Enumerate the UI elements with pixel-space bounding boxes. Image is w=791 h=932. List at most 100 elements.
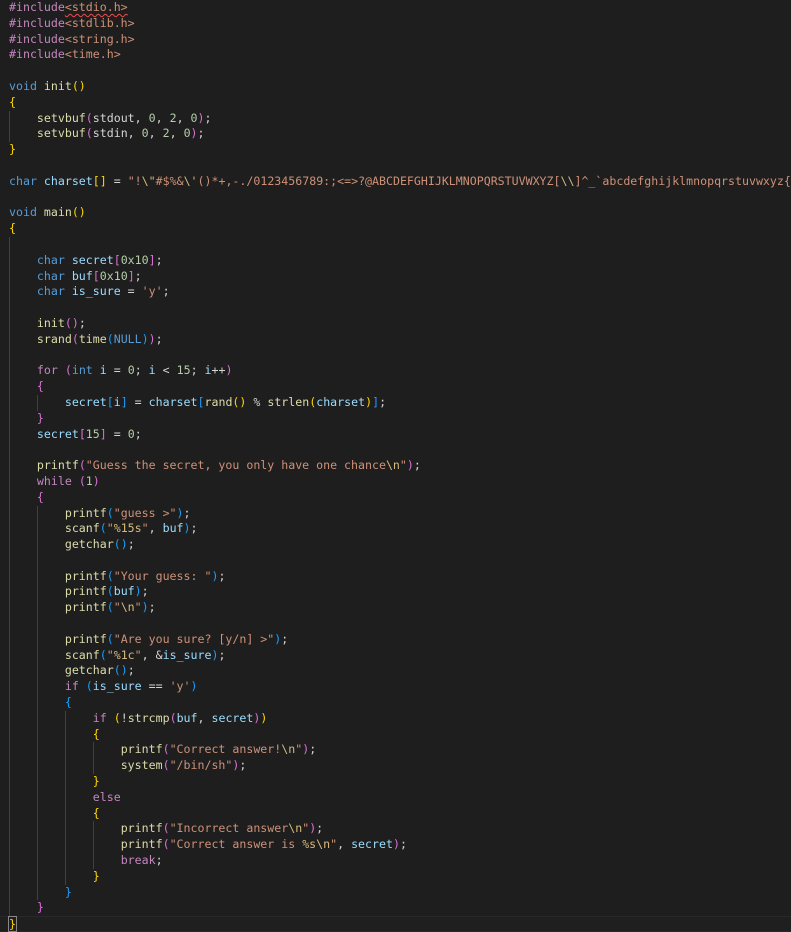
code-line[interactable]: getchar();: [0, 663, 791, 680]
code-line[interactable]: if (is_sure == 'y'): [0, 679, 791, 696]
code-line[interactable]: {: [0, 379, 791, 395]
indent-guide: [9, 900, 10, 917]
code-line[interactable]: [0, 347, 791, 364]
identifier: secret: [36, 426, 79, 441]
code-line[interactable]: system("/bin/sh");: [0, 758, 791, 775]
code-line[interactable]: [0, 300, 791, 316]
bracket: (: [85, 110, 93, 125]
indent-guide: [64, 805, 66, 822]
code-line[interactable]: }: [0, 884, 791, 901]
code-line[interactable]: {: [0, 805, 791, 822]
escape-sequence: \": [141, 173, 156, 188]
function-name: strcmp: [127, 710, 170, 725]
code-text: ,: [337, 837, 352, 852]
code-line[interactable]: printf("Your guess: ");: [0, 568, 791, 585]
function-name: rand: [204, 394, 233, 409]
code-line[interactable]: getchar();: [0, 537, 791, 553]
code-line[interactable]: }: [0, 142, 791, 158]
code-text: ;: [155, 853, 163, 868]
code-line[interactable]: {: [0, 95, 791, 111]
code-line[interactable]: {: [0, 695, 791, 711]
string-literal: ]^_`abcdefghijklmnopqrstuvwxyz{|}~": [574, 173, 791, 188]
function-name: printf: [64, 631, 107, 646]
bracket: ]: [127, 268, 135, 283]
code-line[interactable]: [0, 190, 791, 206]
bracket: }: [36, 410, 44, 425]
code-line[interactable]: srand(time(NULL));: [0, 331, 791, 348]
bracket: (: [162, 821, 170, 836]
string-literal: ": [134, 647, 142, 662]
code-line[interactable]: #include<time.h>: [0, 47, 791, 63]
function-name: setvbuf: [36, 126, 86, 141]
code-line[interactable]: }: [0, 774, 791, 790]
bracket: {: [64, 695, 72, 710]
code-line[interactable]: [0, 616, 791, 632]
code-line[interactable]: printf("Guess the secret, you only have …: [0, 458, 791, 474]
code-line[interactable]: void init(): [0, 79, 791, 95]
code-line[interactable]: [0, 63, 791, 79]
bracket: {: [92, 805, 100, 820]
code-line[interactable]: {: [0, 489, 791, 506]
code-text: ==: [141, 679, 170, 694]
code-line[interactable]: #include<stdio.h>: [0, 0, 791, 16]
code-line[interactable]: init();: [0, 315, 791, 332]
code-line[interactable]: }: [0, 868, 791, 885]
indent-guide: [36, 679, 38, 696]
code-line[interactable]: if (!strcmp(buf, secret)): [0, 710, 791, 727]
code-line[interactable]: else: [0, 789, 791, 806]
code-line[interactable]: break;: [0, 853, 791, 869]
code-line[interactable]: printf("Correct answer is %s\n", secret)…: [0, 837, 791, 854]
bracket: }: [36, 900, 44, 915]
code-line[interactable]: char buf[0x10];: [0, 268, 791, 285]
escape-sequence: \': [183, 173, 198, 188]
code-line[interactable]: printf("Incorrect answer\n");: [0, 821, 791, 838]
bracket: (: [78, 473, 86, 488]
code-line[interactable]: [0, 552, 791, 569]
code-line[interactable]: [0, 158, 791, 174]
code-line[interactable]: for (int i = 0; i < 15; i++): [0, 363, 791, 380]
bracket: }: [64, 884, 72, 899]
code-line[interactable]: char charset[] = "!\"#$%&\'()*+,-./01234…: [0, 174, 791, 190]
code-line[interactable]: setvbuf(stdout, 0, 2, 0);: [0, 110, 791, 127]
code-line[interactable]: [0, 442, 791, 459]
code-line[interactable]: printf("Are you sure? [y/n] >");: [0, 631, 791, 648]
indent-guide: [64, 868, 66, 885]
identifier: charset: [148, 394, 198, 409]
code-line[interactable]: }: [0, 900, 791, 917]
code-line[interactable]: secret[15] = 0;: [0, 426, 791, 443]
code-line[interactable]: #include<stdlib.h>: [0, 16, 791, 32]
code-line[interactable]: {: [0, 221, 791, 237]
code-line[interactable]: printf("guess >");: [0, 505, 791, 522]
indent-guide: [9, 853, 10, 869]
code-line[interactable]: while (1): [0, 473, 791, 490]
code-line[interactable]: char is_sure = 'y';: [0, 284, 791, 301]
indent-guide: [9, 789, 10, 806]
indent-guide: [36, 742, 38, 759]
identifier: secret: [71, 252, 114, 267]
code-editor[interactable]: #include<stdio.h> #include<stdlib.h> #incl…: [0, 0, 791, 932]
code-line[interactable]: scanf("%15s", buf);: [0, 521, 791, 538]
code-line[interactable]: char secret[0x10];: [0, 252, 791, 269]
code-line[interactable]: secret[i] = charset[rand() % strlen(char…: [0, 394, 791, 411]
code-line[interactable]: printf("Correct answer!\n");: [0, 742, 791, 759]
number-literal: 0: [148, 110, 156, 125]
string-literal: "!: [127, 173, 142, 188]
identifier: is_sure: [162, 647, 212, 662]
code-text: ;: [281, 631, 289, 646]
code-line[interactable]: setvbuf(stdin, 0, 2, 0);: [0, 126, 791, 143]
code-line[interactable]: #include<string.h>: [0, 32, 791, 48]
code-line[interactable]: scanf("%1c", &is_sure);: [0, 647, 791, 664]
code-line[interactable]: printf("\n");: [0, 600, 791, 617]
code-line[interactable]: {: [0, 726, 791, 743]
code-text: %: [246, 394, 268, 409]
code-line[interactable]: [0, 236, 791, 253]
code-line[interactable]: }: [0, 916, 791, 932]
code-text: ;: [218, 647, 226, 662]
bracket: [: [197, 394, 205, 409]
code-line[interactable]: void main(): [0, 205, 791, 221]
code-line[interactable]: }: [0, 410, 791, 427]
code-line[interactable]: printf(buf);: [0, 584, 791, 601]
